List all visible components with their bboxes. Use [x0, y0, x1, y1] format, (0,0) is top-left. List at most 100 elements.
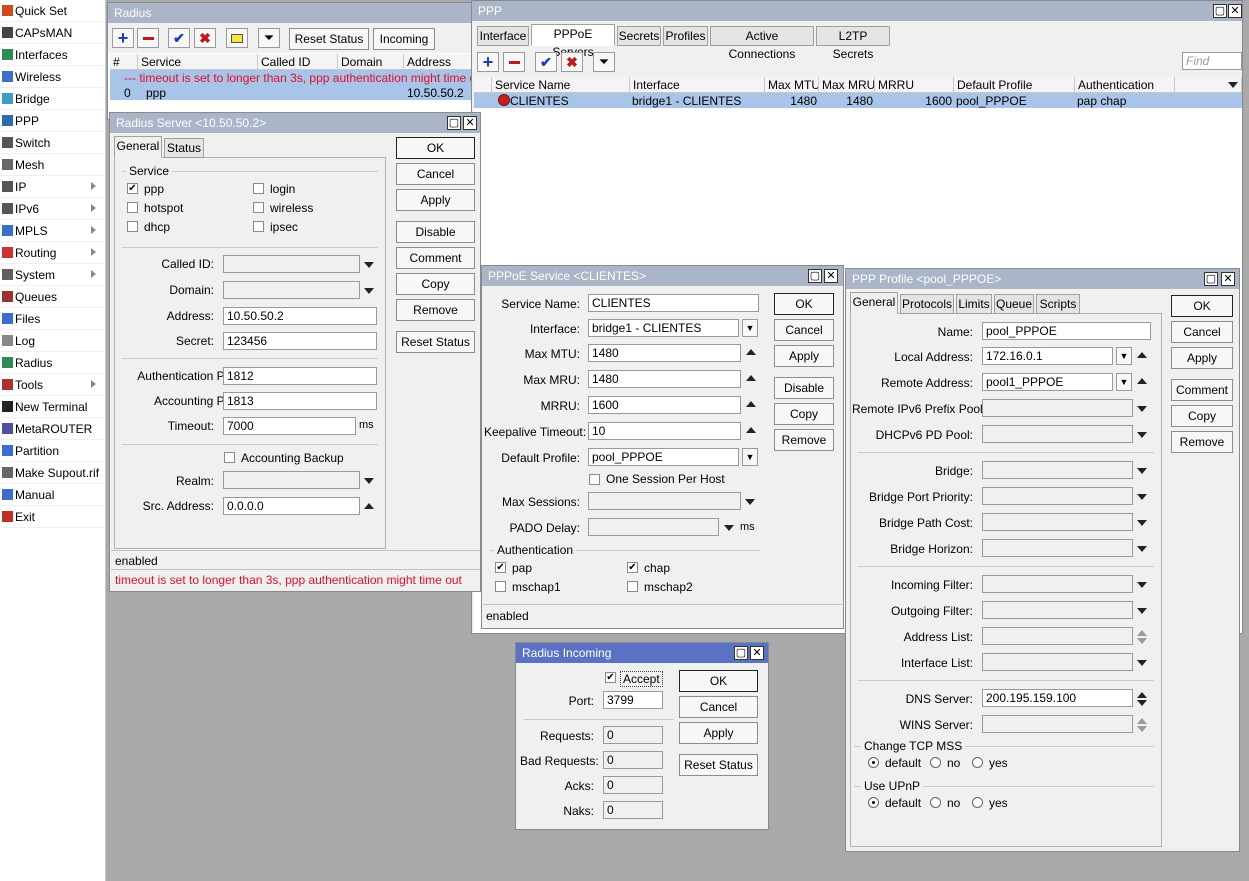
tab-secrets[interactable]: Secrets: [617, 26, 661, 46]
reset-status-button[interactable]: Reset Status: [289, 28, 369, 50]
dropdown-arrow-icon[interactable]: [364, 478, 374, 484]
pado-delay-field[interactable]: [588, 518, 719, 536]
bridge-path-cost-field[interactable]: [982, 513, 1133, 531]
dhcpv6-pool-field[interactable]: [982, 425, 1133, 443]
dropdown-arrow-icon[interactable]: [1137, 660, 1147, 666]
comment-button[interactable]: Comment: [1171, 379, 1233, 401]
disable-button[interactable]: ✖: [194, 28, 216, 48]
mrru-field[interactable]: 1600: [588, 396, 741, 414]
enable-button[interactable]: ✔: [535, 52, 557, 72]
ok-button[interactable]: OK: [396, 137, 475, 159]
radius-warning-row[interactable]: --- timeout is set to longer than 3s, pp…: [110, 70, 486, 85]
sidebar-item-new-terminal[interactable]: New Terminal: [0, 396, 104, 418]
radio-tcp-mss-default[interactable]: [868, 757, 879, 768]
collapse-arrow-icon[interactable]: [1137, 378, 1147, 384]
sidebar-item-ppp[interactable]: PPP: [0, 110, 104, 132]
remove-button[interactable]: [503, 52, 525, 72]
checkbox-accounting-backup[interactable]: [224, 452, 235, 463]
sidebar-item-ip[interactable]: IP: [0, 176, 104, 198]
wins-server-field[interactable]: [982, 715, 1133, 733]
add-button[interactable]: +: [112, 28, 134, 48]
dropdown-arrow-icon[interactable]: [1137, 520, 1147, 526]
address-field[interactable]: 10.50.50.2: [223, 307, 377, 325]
sidebar-item-tools[interactable]: Tools: [0, 374, 104, 396]
remove-button[interactable]: Remove: [396, 299, 475, 321]
comment-button[interactable]: Comment: [396, 247, 475, 269]
sidebar-item-queues[interactable]: Queues: [0, 286, 104, 308]
sidebar-item-mpls[interactable]: MPLS: [0, 220, 104, 242]
dropdown-arrow-icon[interactable]: [1137, 608, 1147, 614]
radio-tcp-mss-yes[interactable]: [972, 757, 983, 768]
dropdown-arrow-icon[interactable]: [745, 499, 755, 505]
close-button[interactable]: ✕: [824, 269, 838, 283]
find-input[interactable]: Find: [1182, 52, 1242, 70]
checkbox-dhcp[interactable]: [127, 221, 138, 232]
outgoing-filter-field[interactable]: [982, 601, 1133, 619]
ok-button[interactable]: OK: [679, 670, 758, 692]
filter-button[interactable]: ⏷: [258, 28, 280, 48]
apply-button[interactable]: Apply: [1171, 347, 1233, 369]
comment-button[interactable]: [226, 28, 248, 48]
tab-profiles[interactable]: Profiles: [663, 26, 708, 46]
sidebar-item-radius[interactable]: Radius: [0, 352, 104, 374]
copy-button[interactable]: Copy: [396, 273, 475, 295]
column-header[interactable]: Authentication: [1075, 77, 1175, 93]
default-profile-field[interactable]: pool_PPPOE: [588, 448, 739, 466]
name-field[interactable]: pool_PPPOE: [982, 322, 1151, 340]
sidebar-item-exit[interactable]: Exit: [0, 506, 104, 528]
add-button[interactable]: +: [477, 52, 499, 72]
keepalive-field[interactable]: 10: [588, 422, 741, 440]
dropdown-arrow-icon[interactable]: [1137, 546, 1147, 552]
profile-dropdown[interactable]: ▼: [742, 448, 758, 466]
column-header[interactable]: Called ID: [258, 54, 338, 70]
collapse-arrow-icon[interactable]: [746, 427, 756, 433]
realm-field[interactable]: [223, 471, 360, 489]
filter-button[interactable]: ⏷: [593, 52, 615, 72]
disable-button[interactable]: Disable: [396, 221, 475, 243]
column-header[interactable]: Default Profile: [954, 77, 1075, 93]
dropdown-arrow-icon[interactable]: [364, 288, 374, 294]
sidebar-item-switch[interactable]: Switch: [0, 132, 104, 154]
cancel-button[interactable]: Cancel: [1171, 321, 1233, 343]
close-button[interactable]: ✕: [1228, 4, 1242, 18]
collapse-arrow-icon[interactable]: [364, 503, 374, 509]
column-header[interactable]: #: [110, 54, 138, 70]
remove-button[interactable]: [137, 28, 159, 48]
close-button[interactable]: ✕: [463, 116, 477, 130]
maximize-button[interactable]: ▢: [808, 269, 822, 283]
sidebar-item-capsman[interactable]: CAPsMAN: [0, 22, 104, 44]
sidebar-item-partition[interactable]: Partition: [0, 440, 104, 462]
bridge-port-priority-field[interactable]: [982, 487, 1133, 505]
sidebar-item-routing[interactable]: Routing: [0, 242, 104, 264]
table-row[interactable]: CLIENTES bridge1 - CLIENTES 1480 1480 16…: [474, 93, 1242, 108]
checkbox-chap[interactable]: ✔: [627, 562, 638, 573]
column-header[interactable]: Address: [404, 54, 472, 70]
checkbox-pap[interactable]: ✔: [495, 562, 506, 573]
max-mtu-field[interactable]: 1480: [588, 344, 741, 362]
bridge-horizon-field[interactable]: [982, 539, 1133, 557]
sidebar-item-manual[interactable]: Manual: [0, 484, 104, 506]
tab-queue[interactable]: Queue: [994, 294, 1034, 314]
acct-port-field[interactable]: 1813: [223, 392, 377, 410]
column-header[interactable]: MRRU: [875, 77, 954, 93]
sidebar-item-ipv6[interactable]: IPv6: [0, 198, 104, 220]
tab-protocols[interactable]: Protocols: [900, 294, 954, 314]
checkbox-ipsec[interactable]: [253, 221, 264, 232]
collapse-arrow-icon[interactable]: [1137, 352, 1147, 358]
dropdown-arrow-icon[interactable]: [1137, 494, 1147, 500]
checkbox-one-session[interactable]: [589, 474, 600, 485]
local-address-dropdown[interactable]: ▼: [1116, 347, 1132, 365]
checkbox-hotspot[interactable]: [127, 202, 138, 213]
copy-button[interactable]: Copy: [774, 403, 834, 425]
tab-pppoe-servers[interactable]: PPPoE Servers: [531, 24, 615, 59]
interface-field[interactable]: bridge1 - CLIENTES: [588, 319, 739, 337]
spin-down-icon[interactable]: [1137, 726, 1147, 732]
table-row[interactable]: 0 ppp 10.50.50.2: [110, 85, 472, 100]
radio-upnp-yes[interactable]: [972, 797, 983, 808]
remote-address-field[interactable]: pool1_PPPOE: [982, 373, 1113, 391]
remove-button[interactable]: Remove: [774, 429, 834, 451]
sidebar-item-files[interactable]: Files: [0, 308, 104, 330]
sidebar-item-wireless[interactable]: Wireless: [0, 66, 104, 88]
interface-list-field[interactable]: [982, 653, 1133, 671]
reset-status-button[interactable]: Reset Status: [396, 331, 475, 353]
